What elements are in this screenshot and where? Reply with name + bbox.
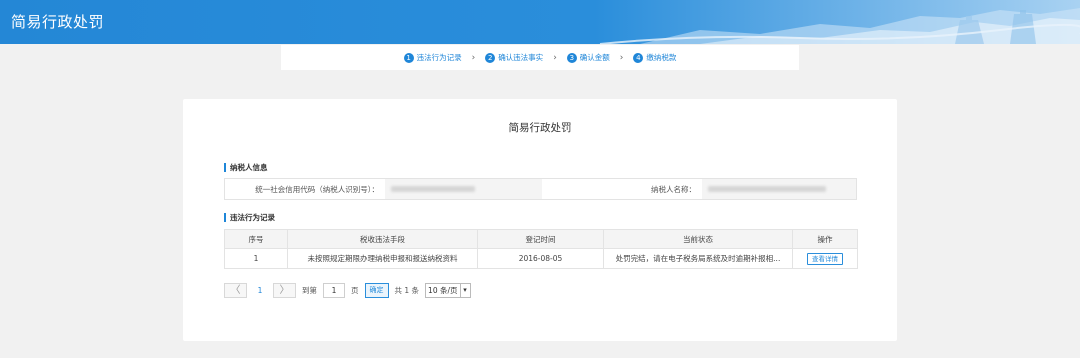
column-header: 序号 <box>224 229 288 249</box>
card-title: 简易行政处罚 <box>508 122 572 134</box>
redacted-value <box>708 186 826 192</box>
chevron-down-icon: ▾ <box>459 283 470 297</box>
progress-steps: 1 违法行为记录 › 2 确认违法事实 › 3 确认金额 › 4 缴纳税款 <box>281 45 799 70</box>
pagination: 〈 1 〉 到第 1 页 确定 共 1 条 10 条/页 ▾ <box>224 282 471 298</box>
column-header: 登记时间 <box>477 229 604 249</box>
step-number: 2 <box>485 52 496 63</box>
step-label: 确认金额 <box>579 53 610 62</box>
table-row: 1 未按照规定期限办理纳税申报和报送纳税资料 2016-08-05 处罚完结，请… <box>224 248 858 269</box>
row-action: 查看详情 <box>792 248 858 269</box>
taxpayer-info-heading: 纳税人信息 <box>224 163 268 172</box>
current-page-number[interactable]: 1 <box>253 286 267 295</box>
column-header: 当前状态 <box>603 229 793 249</box>
column-header: 税收违法手段 <box>287 229 478 249</box>
penalty-card: 简易行政处罚 纳税人信息 统一社会信用代码（纳税人识别号）： 纳税人名称： 违法… <box>183 99 897 341</box>
confirm-goto-button[interactable]: 确定 <box>364 282 389 298</box>
chevron-right-icon: › <box>471 52 476 63</box>
table-header-row: 序号 税收违法手段 登记时间 当前状态 操作 <box>224 229 858 249</box>
row-date: 2016-08-05 <box>477 248 604 269</box>
row-index: 1 <box>224 248 288 269</box>
next-page-button[interactable]: 〉 <box>273 282 296 298</box>
step-confirm-facts: 2 确认违法事实 <box>485 52 543 63</box>
step-confirm-amount: 3 确认金额 <box>566 52 610 63</box>
prev-page-button[interactable]: 〈 <box>224 282 247 298</box>
app-title: 简易行政处罚 <box>11 13 105 31</box>
page-unit-label: 页 <box>351 285 359 295</box>
view-details-button[interactable]: 查看详情 <box>807 252 843 265</box>
goto-label: 到第 <box>302 285 317 295</box>
step-number: 3 <box>566 52 577 63</box>
step-pay-tax: 4 缴纳税款 <box>633 52 676 63</box>
row-status: 处罚完结，请在电子税务局系统及时逾期补报相... <box>603 248 793 269</box>
taxpayer-name-value <box>702 179 856 199</box>
chevron-right-icon: › <box>619 52 624 63</box>
page-size-value: 10 条/页 <box>428 285 458 295</box>
step-label: 缴纳税款 <box>646 53 677 62</box>
page-size-select[interactable]: 10 条/页 ▾ <box>425 282 471 298</box>
violation-records-heading: 违法行为记录 <box>224 213 275 222</box>
chevron-right-icon: › <box>553 52 557 63</box>
chevron-right-icon: 〉 <box>279 284 290 296</box>
column-header: 操作 <box>792 229 858 249</box>
step-violation-record: 1 违法行为记录 <box>403 52 462 63</box>
top-header: 简易行政处罚 <box>0 0 1080 44</box>
credit-code-value <box>385 179 542 199</box>
taxpayer-info-row: 统一社会信用代码（纳税人识别号）： 纳税人名称： <box>224 178 857 200</box>
chevron-left-icon: 〈 <box>230 284 241 296</box>
great-wall-banner-illustration <box>599 8 1080 44</box>
credit-code-label: 统一社会信用代码（纳税人识别号）： <box>225 179 385 199</box>
taxpayer-name-label: 纳税人名称： <box>542 179 702 199</box>
goto-page-input[interactable]: 1 <box>323 282 345 298</box>
violation-records-table: 序号 税收违法手段 登记时间 当前状态 操作 1 未按照规定期限办理纳税申报和报… <box>224 229 858 269</box>
step-label: 违法行为记录 <box>416 53 462 62</box>
step-number: 4 <box>633 52 644 63</box>
total-count: 共 1 条 <box>394 285 420 295</box>
row-method: 未按照规定期限办理纳税申报和报送纳税资料 <box>287 248 478 269</box>
step-label: 确认违法事实 <box>498 53 544 62</box>
step-number: 1 <box>403 52 414 63</box>
redacted-value <box>391 186 475 192</box>
